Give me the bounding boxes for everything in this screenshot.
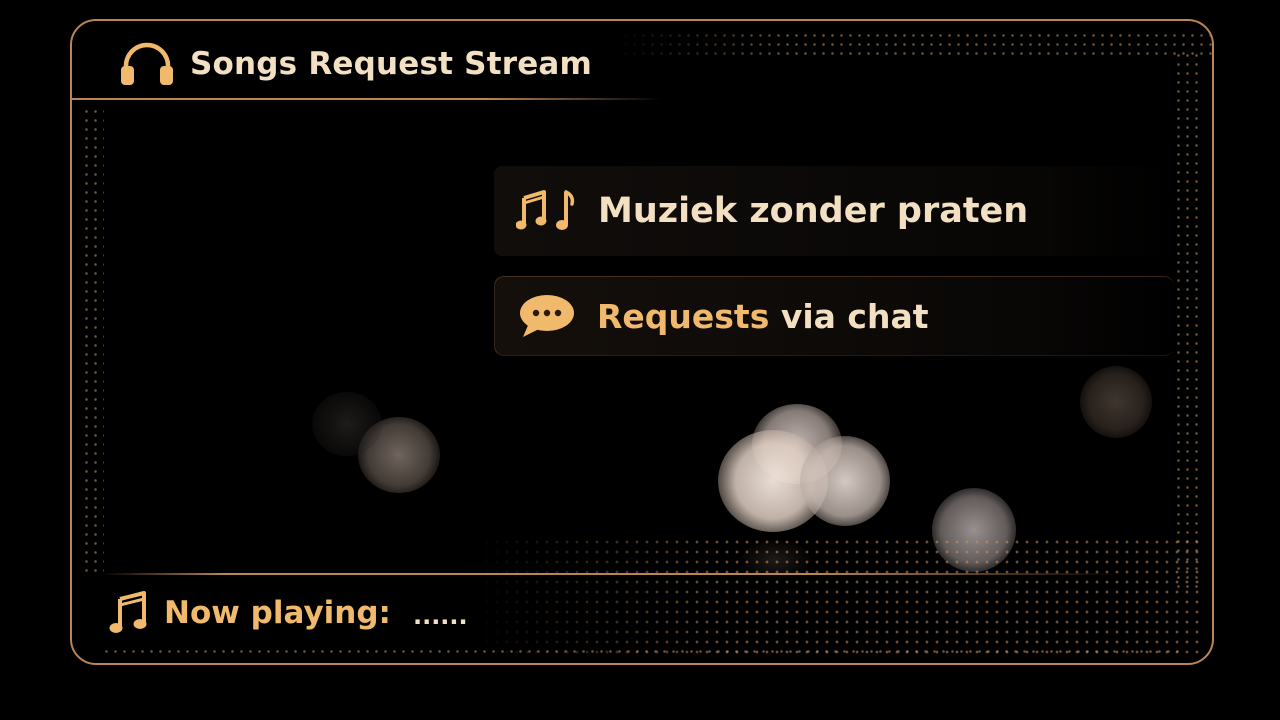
- stream-overlay: Songs Request Stream Muziek zonder prate…: [0, 0, 1280, 720]
- requests-label: Requests via chat: [597, 297, 929, 336]
- info-panel-requests: Requests via chat: [494, 276, 1174, 356]
- requests-highlight: Requests: [597, 296, 770, 336]
- chat-bubble-icon: [517, 293, 577, 339]
- now-playing-label: Now playing:: [164, 595, 391, 631]
- now-playing-bar: Now playing: ......: [108, 587, 468, 639]
- header-divider: [72, 98, 662, 100]
- requests-suffix: via chat: [769, 296, 929, 336]
- overlay-frame: Songs Request Stream Muziek zonder prate…: [70, 19, 1214, 665]
- info-panel-no-talk: Muziek zonder praten: [494, 166, 1174, 256]
- music-notes-icon: [516, 188, 578, 234]
- footer-divider: [102, 573, 1122, 575]
- dot-pattern: [82, 107, 104, 577]
- no-talk-label: Muziek zonder praten: [598, 191, 1029, 231]
- headphones-icon: [118, 42, 176, 86]
- music-note-icon: [108, 591, 148, 635]
- dot-pattern: [472, 537, 1202, 657]
- stream-title: Songs Request Stream: [190, 46, 593, 82]
- now-playing-value: ......: [412, 602, 468, 630]
- dot-pattern: [1174, 51, 1204, 591]
- header: Songs Request Stream: [118, 39, 592, 89]
- dot-pattern: [612, 31, 1212, 57]
- dot-pattern: [102, 647, 1182, 659]
